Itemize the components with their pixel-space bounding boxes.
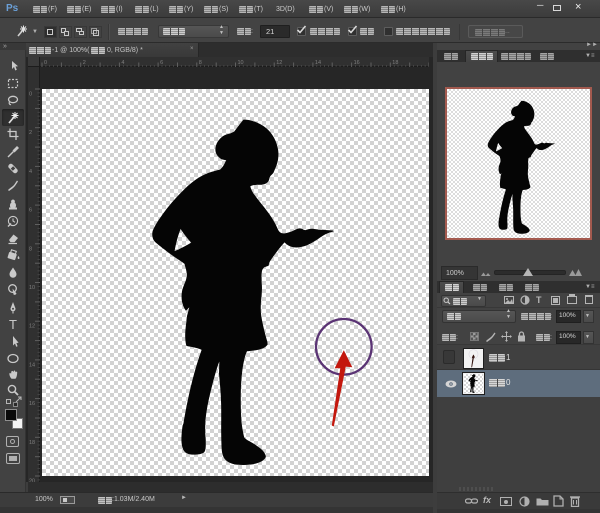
svg-text:6: 6 [29, 208, 32, 214]
svg-text:0: 0 [29, 92, 32, 98]
svg-text:10: 10 [238, 60, 244, 66]
svg-text:T: T [9, 317, 17, 332]
svg-text:6: 6 [160, 60, 163, 66]
svg-text:0: 0 [44, 60, 47, 66]
svg-text:12: 12 [276, 60, 282, 66]
svg-text:8: 8 [199, 60, 202, 66]
svg-text:18: 18 [29, 440, 35, 446]
svg-text:2: 2 [83, 60, 86, 66]
svg-text:12: 12 [29, 324, 35, 330]
svg-text:14: 14 [29, 362, 35, 368]
svg-text:10: 10 [29, 285, 35, 291]
svg-text:8: 8 [29, 246, 32, 252]
svg-text:2: 2 [29, 130, 32, 136]
svg-text:16: 16 [29, 401, 35, 407]
svg-text:4: 4 [121, 60, 124, 66]
svg-text:18: 18 [392, 60, 398, 66]
svg-text:4: 4 [29, 169, 32, 175]
svg-text:14: 14 [315, 60, 321, 66]
svg-text:16: 16 [354, 60, 360, 66]
